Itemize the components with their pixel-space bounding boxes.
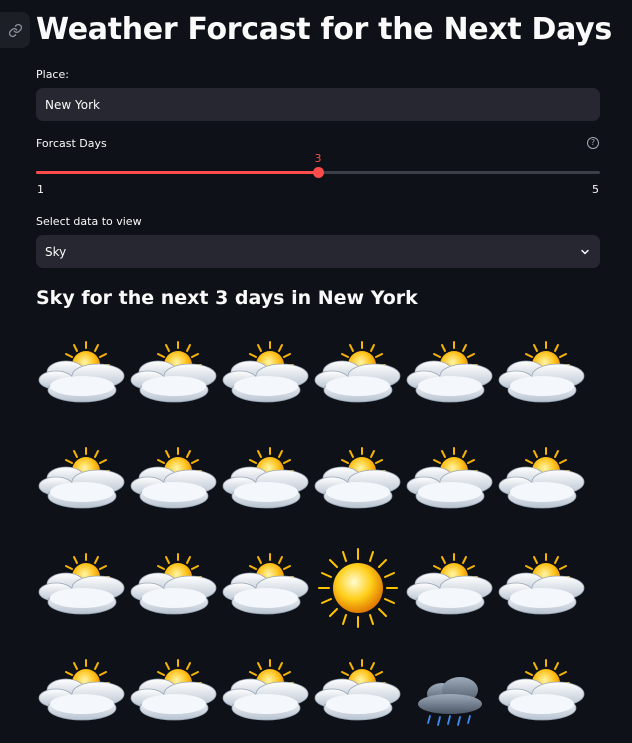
- place-label: Place:: [36, 68, 69, 81]
- partly-cloudy-icon: [404, 336, 496, 442]
- slider-max-label: 5: [592, 183, 599, 196]
- partly-cloudy-icon: [496, 442, 588, 548]
- partly-cloudy-icon: [128, 548, 220, 654]
- partly-cloudy-icon: [128, 442, 220, 548]
- partly-cloudy-icon: [128, 336, 220, 442]
- partly-cloudy-icon: [312, 336, 404, 442]
- partly-cloudy-icon: [404, 548, 496, 654]
- place-input-value: New York: [45, 97, 100, 112]
- partly-cloudy-icon: [496, 336, 588, 442]
- link-icon[interactable]: [0, 12, 30, 48]
- partly-cloudy-icon: [496, 654, 588, 743]
- partly-cloudy-icon: [220, 336, 312, 442]
- partly-cloudy-icon: [36, 442, 128, 548]
- partly-cloudy-icon: [36, 548, 128, 654]
- slider-thumb[interactable]: [313, 167, 324, 178]
- partly-cloudy-icon: [220, 654, 312, 743]
- partly-cloudy-icon: [312, 442, 404, 548]
- place-input[interactable]: New York: [36, 88, 600, 121]
- partly-cloudy-icon: [404, 442, 496, 548]
- data-select-value: Sky: [45, 244, 67, 259]
- slider-value: 3: [314, 152, 322, 165]
- rain-icon: [404, 654, 496, 743]
- partly-cloudy-icon: [128, 654, 220, 743]
- partly-cloudy-icon: [496, 548, 588, 654]
- page-title: Weather Forcast for the Next Days: [36, 12, 612, 47]
- sun-icon: [312, 548, 404, 654]
- partly-cloudy-icon: [220, 548, 312, 654]
- data-select-label: Select data to view: [36, 215, 142, 228]
- partly-cloudy-icon: [312, 654, 404, 743]
- weather-image-grid: [36, 336, 588, 743]
- chevron-down-icon: [581, 249, 589, 254]
- partly-cloudy-icon: [36, 336, 128, 442]
- partly-cloudy-icon: [36, 654, 128, 743]
- results-heading: Sky for the next 3 days in New York: [36, 287, 418, 309]
- slider-fill: [36, 171, 318, 174]
- data-select[interactable]: Sky: [36, 235, 600, 268]
- help-icon[interactable]: ?: [587, 137, 599, 149]
- forecast-days-slider[interactable]: [36, 167, 600, 178]
- app-page: Weather Forcast for the Next Days Place:…: [0, 0, 632, 743]
- forecast-days-label: Forcast Days: [36, 137, 107, 150]
- slider-min-label: 1: [37, 183, 44, 196]
- partly-cloudy-icon: [220, 442, 312, 548]
